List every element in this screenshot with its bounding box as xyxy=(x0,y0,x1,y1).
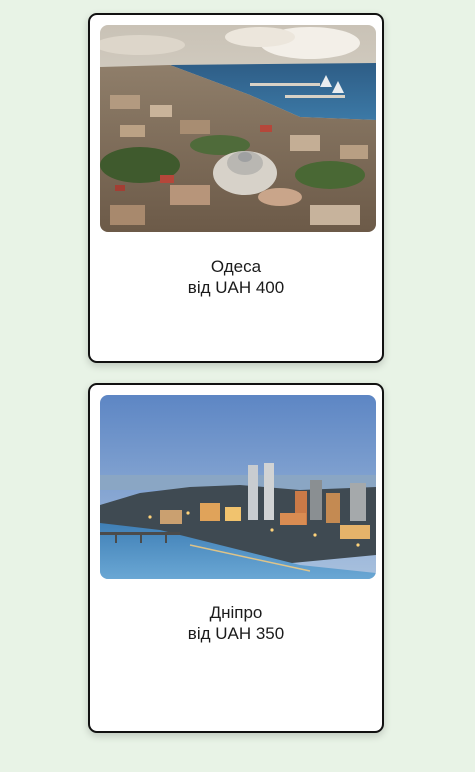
odesa-aerial-photo xyxy=(100,25,376,232)
destination-caption: Одеса від UAH 400 xyxy=(90,256,382,298)
destination-card-odesa[interactable]: Одеса від UAH 400 xyxy=(88,13,384,363)
destination-price: від UAH 400 xyxy=(187,278,285,297)
destinations-page: Одеса від UAH 400 Дніпро від UAH 350 xyxy=(0,0,475,772)
destination-card-dnipro[interactable]: Дніпро від UAH 350 xyxy=(88,383,384,733)
dnipro-evening-skyline-photo xyxy=(100,395,376,579)
destination-city-name: Дніпро xyxy=(209,603,263,622)
destination-price: від UAH 350 xyxy=(187,624,285,643)
destination-city-name: Одеса xyxy=(210,257,262,276)
destination-caption: Дніпро від UAH 350 xyxy=(90,602,382,644)
